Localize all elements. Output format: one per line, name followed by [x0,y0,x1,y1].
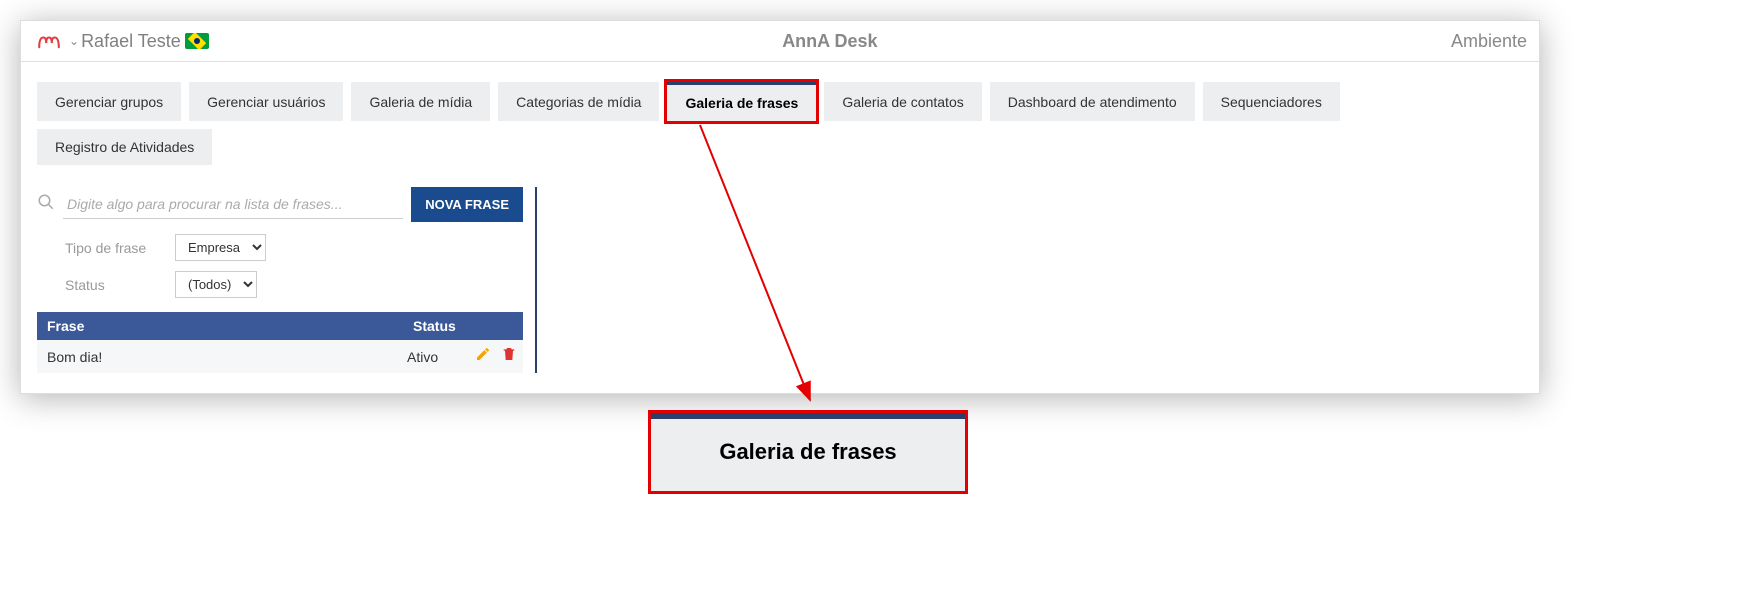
tab-registro-atividades[interactable]: Registro de Atividades [37,129,212,165]
tab-dashboard-atendimento[interactable]: Dashboard de atendimento [990,82,1195,121]
user-name[interactable]: Rafael Teste [81,31,181,52]
tab-gerenciar-usuarios[interactable]: Gerenciar usuários [189,82,343,121]
table-row: Bom dia! Ativo [37,340,523,373]
filter-status-row: Status (Todos) [65,271,523,298]
search-icon [37,193,55,216]
callout-text: Galeria de frases [661,439,955,465]
tab-gerenciar-grupos[interactable]: Gerenciar grupos [37,82,181,121]
phrases-panel: NOVA FRASE Tipo de frase Empresa Status … [37,187,537,373]
cell-status: Ativo [403,343,463,371]
table-header: Frase Status [37,312,523,340]
col-frase-header: Frase [37,312,403,340]
search-row: NOVA FRASE [37,187,523,222]
filter-tipo-select[interactable]: Empresa [175,234,266,261]
cell-frase: Bom dia! [37,343,403,371]
tab-sequenciadores[interactable]: Sequenciadores [1203,82,1340,121]
search-input[interactable] [63,190,403,219]
flag-brazil-icon [185,33,209,49]
tab-categorias-midia[interactable]: Categorias de mídia [498,82,659,121]
annotation-callout: Galeria de frases [648,410,968,494]
filter-status-select[interactable]: (Todos) [175,271,257,298]
tab-galeria-midia[interactable]: Galeria de mídia [351,82,490,121]
content-area: NOVA FRASE Tipo de frase Empresa Status … [21,175,1539,393]
callout-top-bar [651,413,965,419]
filter-tipo-row: Tipo de frase Empresa [65,234,523,261]
tab-galeria-frases[interactable]: Galeria de frases [667,82,816,121]
environment-label[interactable]: Ambiente [1451,31,1527,52]
phrases-table: Frase Status Bom dia! Ativo [37,312,523,373]
filter-status-label: Status [65,277,155,293]
chevron-down-icon[interactable]: ⌄ [69,34,79,48]
header: ⌄ Rafael Teste AnnA Desk Ambiente [21,21,1539,62]
delete-icon[interactable] [501,346,517,367]
app-title: AnnA Desk [209,31,1451,52]
app-window: ⌄ Rafael Teste AnnA Desk Ambiente Gerenc… [20,20,1540,394]
app-logo-icon [33,29,65,53]
edit-icon[interactable] [475,346,491,367]
filter-tipo-label: Tipo de frase [65,240,155,256]
col-status-header: Status [403,312,523,340]
tab-galeria-contatos[interactable]: Galeria de contatos [824,82,981,121]
tab-bar: Gerenciar grupos Gerenciar usuários Gale… [21,62,1539,175]
cell-actions [463,340,523,373]
new-phrase-button[interactable]: NOVA FRASE [411,187,523,222]
